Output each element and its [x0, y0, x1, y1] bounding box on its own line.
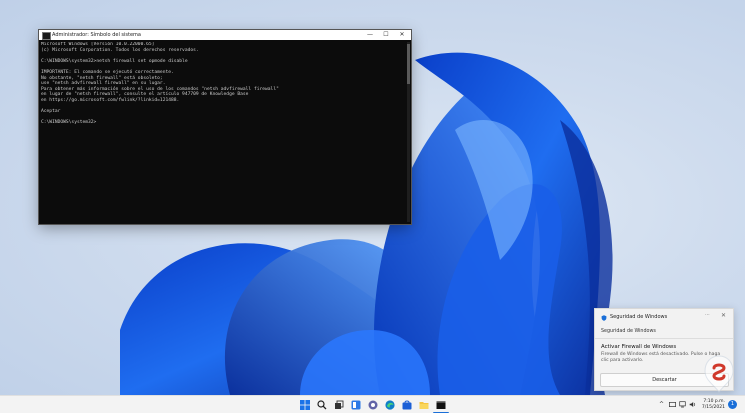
clock-date[interactable]: 7/15/2021 [702, 405, 725, 410]
microsoft-store-icon[interactable] [402, 400, 412, 410]
file-explorer-icon[interactable] [419, 400, 429, 410]
terminal-icon[interactable] [436, 400, 446, 410]
close-button[interactable]: ✕ [393, 30, 411, 40]
tray-overflow-chevron-icon[interactable]: ^ [659, 401, 664, 408]
cmd-console-output[interactable]: Microsoft Windows [Versión 10.0.22000.65… [41, 42, 401, 220]
network-icon[interactable] [679, 401, 686, 408]
toast-section-label: Seguridad de Windows [601, 329, 656, 334]
system-tray: ^ 7:10 p.m. 7/15/2021 1 [651, 396, 741, 413]
cmd-window-title: Administrador: Símbolo del sistema [52, 32, 141, 38]
windows-start-icon[interactable] [300, 400, 310, 410]
solvetic-logo [704, 355, 734, 393]
toast-close-button[interactable]: ✕ [721, 312, 726, 319]
chat-icon[interactable] [368, 400, 378, 410]
keyboard-icon[interactable] [669, 401, 676, 408]
edge-icon[interactable] [385, 400, 395, 410]
cmd-scrollbar-thumb[interactable] [407, 44, 410, 84]
volume-icon[interactable] [689, 401, 696, 408]
widgets-icon[interactable] [351, 400, 361, 410]
cmd-app-icon [42, 32, 51, 40]
notification-count-badge[interactable]: 1 [728, 400, 737, 409]
desktop[interactable]: Administrador: Símbolo del sistema — ☐ ✕… [0, 0, 745, 413]
toast-title: Activar Firewall de Windows [601, 344, 677, 350]
toast-app-name: Seguridad de Windows [610, 314, 668, 320]
clock-time[interactable]: 7:10 p.m. [703, 399, 725, 404]
toast-divider [595, 338, 733, 339]
taskbar: ^ 7:10 p.m. 7/15/2021 1 [0, 395, 745, 413]
cmd-window[interactable]: Administrador: Símbolo del sistema — ☐ ✕… [39, 30, 411, 224]
search-icon[interactable] [317, 400, 327, 410]
cmd-titlebar[interactable]: Administrador: Símbolo del sistema — ☐ ✕ [39, 30, 411, 40]
shield-icon [601, 315, 607, 321]
more-options-icon[interactable]: ··· [705, 312, 710, 318]
task-view-icon[interactable] [334, 400, 344, 410]
console-line: C:\WINDOWS\system32> [41, 120, 97, 126]
